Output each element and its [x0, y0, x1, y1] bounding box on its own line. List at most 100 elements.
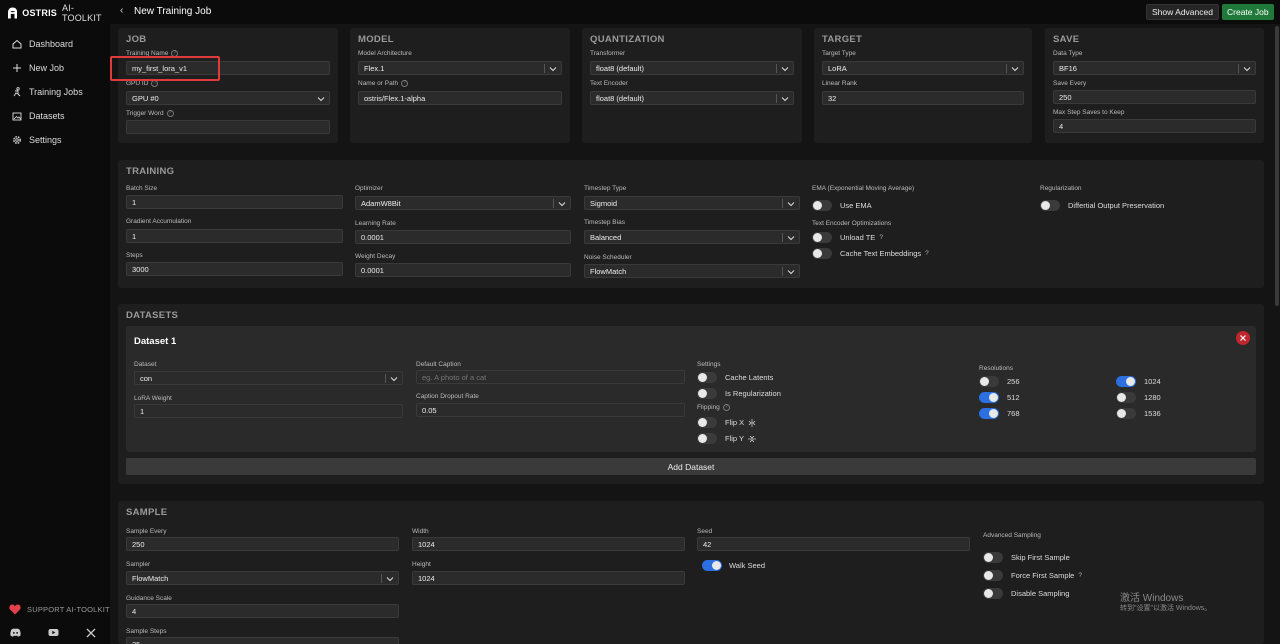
help-icon[interactable]: ?	[1078, 572, 1082, 579]
chevron-down-icon	[787, 202, 795, 207]
chevron-down-icon	[390, 377, 398, 382]
chevron-down-icon	[781, 97, 789, 102]
steps-label: Steps	[126, 252, 143, 259]
scrollbar-thumb[interactable]	[1275, 26, 1279, 306]
sidebar-item-dashboard[interactable]: Dashboard	[12, 39, 73, 49]
guidance-scale-input[interactable]: 4	[126, 604, 399, 618]
walk-seed-toggle[interactable]	[702, 560, 722, 571]
sidebar-item-new-job[interactable]: New Job	[12, 63, 64, 73]
grad-accum-input[interactable]: 1	[126, 229, 343, 243]
res-768-toggle[interactable]	[979, 408, 999, 419]
help-icon[interactable]: ?	[925, 250, 929, 257]
advanced-sampling-label: Advanced Sampling	[983, 532, 1041, 539]
flip-x-toggle[interactable]	[697, 417, 717, 428]
res-1536-toggle[interactable]	[1116, 408, 1136, 419]
skip-first-sample-toggle[interactable]	[983, 552, 1003, 563]
flip-y-toggle[interactable]	[697, 433, 717, 444]
res-256-toggle[interactable]	[979, 376, 999, 387]
flip-y-label: Flip Y	[725, 434, 757, 443]
res-1024-label: 1024	[1144, 377, 1161, 386]
noise-scheduler-select[interactable]: FlowMatch	[584, 264, 800, 278]
steps-input[interactable]: 3000	[126, 262, 343, 276]
show-advanced-button[interactable]: Show Advanced	[1146, 4, 1219, 20]
learning-rate-label: Learning Rate	[355, 220, 396, 227]
dataset-select[interactable]: con	[134, 371, 403, 385]
res-1280-toggle[interactable]	[1116, 392, 1136, 403]
remove-dataset-button[interactable]	[1236, 331, 1250, 345]
sidebar-item-training-jobs[interactable]: Training Jobs	[12, 87, 83, 97]
lora-weight-input[interactable]: 1	[134, 404, 403, 418]
default-caption-label: Default Caption	[416, 361, 461, 368]
batch-size-input[interactable]: 1	[126, 195, 343, 209]
training-card: TRAINING Batch Size 1 Gradient Accumulat…	[118, 160, 1264, 288]
save-every-input[interactable]: 250	[1053, 90, 1256, 104]
timestep-type-select[interactable]: Sigmoid	[584, 196, 800, 210]
data-type-label: Data Type	[1053, 50, 1083, 57]
add-dataset-button[interactable]: Add Dataset	[126, 458, 1256, 475]
x-twitter-icon[interactable]	[86, 628, 96, 638]
model-path-input[interactable]: ostris/Flex.1-alpha	[358, 91, 562, 105]
trigger-word-input[interactable]	[126, 120, 330, 134]
sidebar-item-datasets[interactable]: Datasets	[12, 111, 65, 121]
text-encoder-select[interactable]: float8 (default)	[590, 91, 794, 105]
res-512-toggle[interactable]	[979, 392, 999, 403]
sidebar-item-label: Settings	[29, 135, 62, 145]
target-type-select[interactable]: LoRA	[822, 61, 1024, 75]
images-icon	[12, 111, 22, 121]
discord-icon[interactable]	[10, 628, 21, 637]
default-caption-input[interactable]: eg. A photo of a cat	[416, 370, 685, 384]
learning-rate-input[interactable]: 0.0001	[355, 230, 571, 244]
chevron-down-icon	[386, 577, 394, 582]
transformer-select[interactable]: float8 (default)	[590, 61, 794, 75]
support-link[interactable]: SUPPORT AI-TOOLKIT	[9, 604, 110, 615]
sample-steps-label: Sample Steps	[126, 628, 167, 635]
youtube-icon[interactable]	[48, 628, 59, 637]
width-input[interactable]: 1024	[412, 537, 685, 551]
sampler-label: Sampler	[126, 561, 151, 568]
create-job-button[interactable]: Create Job	[1222, 4, 1274, 20]
back-button[interactable]: ‹	[120, 5, 123, 16]
linear-rank-label: Linear Rank	[822, 80, 858, 87]
target-type-value: LoRA	[828, 63, 847, 73]
is-regularization-toggle[interactable]	[697, 388, 717, 399]
cache-latents-toggle[interactable]	[697, 372, 717, 383]
height-input[interactable]: 1024	[412, 571, 685, 585]
chevron-down-icon	[549, 67, 557, 72]
sidebar-item-settings[interactable]: Settings	[12, 135, 62, 145]
help-icon[interactable]: ?	[722, 404, 730, 411]
disable-sampling-toggle[interactable]	[983, 588, 1003, 599]
res-1024-toggle[interactable]	[1116, 376, 1136, 387]
sampler-select[interactable]: FlowMatch	[126, 571, 399, 585]
gpu-id-select[interactable]: GPU #0	[126, 91, 330, 105]
height-label: Height	[412, 561, 431, 568]
help-icon[interactable]: ?	[401, 80, 409, 87]
sample-every-input[interactable]: 250	[126, 537, 399, 551]
force-first-sample-toggle[interactable]	[983, 570, 1003, 581]
select-divider	[782, 267, 783, 276]
model-arch-select[interactable]: Flex.1	[358, 61, 562, 75]
te-opt-label: Text Encoder Optimizations	[812, 220, 892, 227]
data-type-select[interactable]: BF16	[1053, 61, 1256, 75]
use-ema-toggle[interactable]	[812, 200, 832, 211]
select-divider	[1238, 64, 1239, 73]
optimizer-select[interactable]: AdamW8Bit	[355, 196, 571, 210]
help-icon[interactable]: ?	[879, 234, 883, 241]
seed-input[interactable]: 42	[697, 537, 970, 551]
gpu-id-value: GPU #0	[132, 93, 159, 103]
diff-output-toggle[interactable]	[1040, 200, 1060, 211]
timestep-bias-select[interactable]: Balanced	[584, 230, 800, 244]
weight-decay-input[interactable]: 0.0001	[355, 263, 571, 277]
select-divider	[776, 94, 777, 103]
max-saves-input[interactable]: 4	[1053, 119, 1256, 133]
sample-steps-input[interactable]: 25	[126, 637, 399, 644]
help-icon[interactable]: ?	[166, 110, 174, 117]
chevron-down-icon	[317, 97, 325, 102]
linear-rank-input[interactable]: 32	[822, 91, 1024, 105]
cache-te-toggle[interactable]	[812, 248, 832, 259]
app: OSTRIS AI-TOOLKIT Dashboard New Job Trai…	[0, 0, 1280, 644]
help-icon[interactable]: ?	[151, 80, 159, 87]
cache-latents-label: Cache Latents	[725, 373, 774, 382]
caption-dropout-input[interactable]: 0.05	[416, 403, 685, 417]
unload-te-toggle[interactable]	[812, 232, 832, 243]
transformer-value: float8 (default)	[596, 63, 644, 73]
